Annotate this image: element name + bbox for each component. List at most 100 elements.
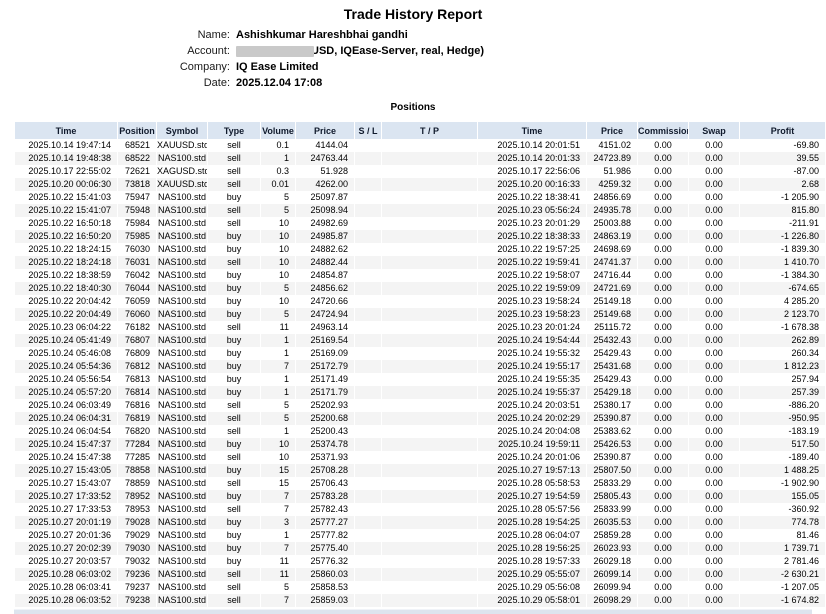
- cell: 1: [261, 373, 295, 386]
- column-header-0: Time: [15, 122, 117, 139]
- table-row: 2025.10.22 18:40:3076044NAS100.stdbuy524…: [15, 282, 825, 295]
- table-row: 2025.10.24 06:03:4976816NAS100.stdsell52…: [15, 399, 825, 412]
- cell: NAS100.std: [157, 568, 207, 581]
- meta-row-company: Company: IQ Ease Limited: [0, 59, 826, 75]
- cell: sell: [208, 581, 260, 594]
- cell: NAS100.std: [157, 243, 207, 256]
- cell: [355, 568, 381, 581]
- cell: 0.00: [638, 204, 688, 217]
- cell: [355, 490, 381, 503]
- cell: 0.00: [638, 516, 688, 529]
- cell: 25374.78: [296, 438, 354, 451]
- cell: 5: [261, 282, 295, 295]
- table-row: 2025.10.24 15:47:3777284NAS100.stdbuy102…: [15, 438, 825, 451]
- cell: 7: [261, 542, 295, 555]
- cell: buy: [208, 386, 260, 399]
- cell: [382, 243, 477, 256]
- cell: 2025.10.28 06:03:41: [15, 581, 117, 594]
- cell: [382, 178, 477, 191]
- cell: 2025.10.22 16:50:18: [15, 217, 117, 230]
- cell: 25859.28: [587, 529, 637, 542]
- cell: 0.00: [638, 555, 688, 568]
- cell: 0.00: [638, 334, 688, 347]
- cell: 73818: [118, 178, 156, 191]
- cell: 25171.49: [296, 373, 354, 386]
- cell: buy: [208, 295, 260, 308]
- cell: -886.20: [740, 399, 825, 412]
- cell: [355, 152, 381, 165]
- cell: -950.95: [740, 412, 825, 425]
- cell: 25775.40: [296, 542, 354, 555]
- cell: [355, 529, 381, 542]
- cell: 79237: [118, 581, 156, 594]
- cell: [355, 594, 381, 607]
- cell: NAS100.std: [157, 321, 207, 334]
- cell: 79238: [118, 594, 156, 607]
- cell: 0.00: [638, 217, 688, 230]
- cell: 0.00: [689, 438, 739, 451]
- table-row: 2025.10.27 20:01:3679029NAS100.stdbuy125…: [15, 529, 825, 542]
- cell: 2025.10.28 19:56:25: [478, 542, 586, 555]
- cell: 79029: [118, 529, 156, 542]
- cell: 26035.53: [587, 516, 637, 529]
- cell: 2025.10.20 00:16:33: [478, 178, 586, 191]
- account-redaction-box: [236, 46, 314, 57]
- cell: 24721.69: [587, 282, 637, 295]
- cell: 262.89: [740, 334, 825, 347]
- column-header-7: T / P: [382, 122, 477, 139]
- cell: 79028: [118, 516, 156, 529]
- column-header-6: S / L: [355, 122, 381, 139]
- cell: 1: [261, 386, 295, 399]
- cell: 24698.69: [587, 243, 637, 256]
- cell: [355, 386, 381, 399]
- cell: -69.80: [740, 139, 825, 152]
- cell: 25860.03: [296, 568, 354, 581]
- company-label: Company:: [0, 59, 230, 75]
- cell: 25200.43: [296, 425, 354, 438]
- cell: [355, 165, 381, 178]
- cell: 0.00: [689, 139, 739, 152]
- cell: 24724.94: [296, 308, 354, 321]
- cell: NAS100.std: [157, 373, 207, 386]
- cell: 7: [261, 503, 295, 516]
- cell: -1 674.82: [740, 594, 825, 607]
- cell: [382, 321, 477, 334]
- cell: 25003.88: [587, 217, 637, 230]
- cell: 2025.10.24 20:04:08: [478, 425, 586, 438]
- cell: sell: [208, 568, 260, 581]
- table-row: 2025.10.24 05:46:0876809NAS100.stdbuy125…: [15, 347, 825, 360]
- cell: 79030: [118, 542, 156, 555]
- cell: 11: [261, 555, 295, 568]
- cell: [355, 243, 381, 256]
- column-header-5: Price: [296, 122, 354, 139]
- cell: 2025.10.22 19:59:09: [478, 282, 586, 295]
- cell: sell: [208, 477, 260, 490]
- cell: 0.00: [638, 152, 688, 165]
- table-row: 2025.10.28 06:03:4179237NAS100.stdsell52…: [15, 581, 825, 594]
- cell: 2025.10.28 06:03:02: [15, 568, 117, 581]
- cell: 7: [261, 490, 295, 503]
- cell: -1 839.30: [740, 243, 825, 256]
- cell: XAGUSD.std: [157, 165, 207, 178]
- cell: 0.00: [689, 217, 739, 230]
- cell: 2025.10.27 17:33:53: [15, 503, 117, 516]
- cell: 0.00: [689, 529, 739, 542]
- cell: NAS100.std: [157, 542, 207, 555]
- cell: 25706.43: [296, 477, 354, 490]
- cell: 24854.87: [296, 269, 354, 282]
- cell: 0.00: [638, 412, 688, 425]
- cell: 2025.10.27 20:01:36: [15, 529, 117, 542]
- cell: 0.00: [638, 503, 688, 516]
- cell: 75947: [118, 191, 156, 204]
- cell: NAS100.std: [157, 477, 207, 490]
- cell: 1 488.25: [740, 464, 825, 477]
- cell: 24882.62: [296, 243, 354, 256]
- cell: 260.34: [740, 347, 825, 360]
- cell: -211.91: [740, 217, 825, 230]
- meta-row-account: Account: USD, IQEase-Server, real, Hedge…: [0, 43, 826, 59]
- cell: -674.65: [740, 282, 825, 295]
- cell: 2025.10.24 20:01:06: [478, 451, 586, 464]
- report-meta: Name: Ashishkumar Hareshbhai gandhi Acco…: [0, 27, 826, 91]
- cell: 81.46: [740, 529, 825, 542]
- next-section-strip: [14, 609, 812, 614]
